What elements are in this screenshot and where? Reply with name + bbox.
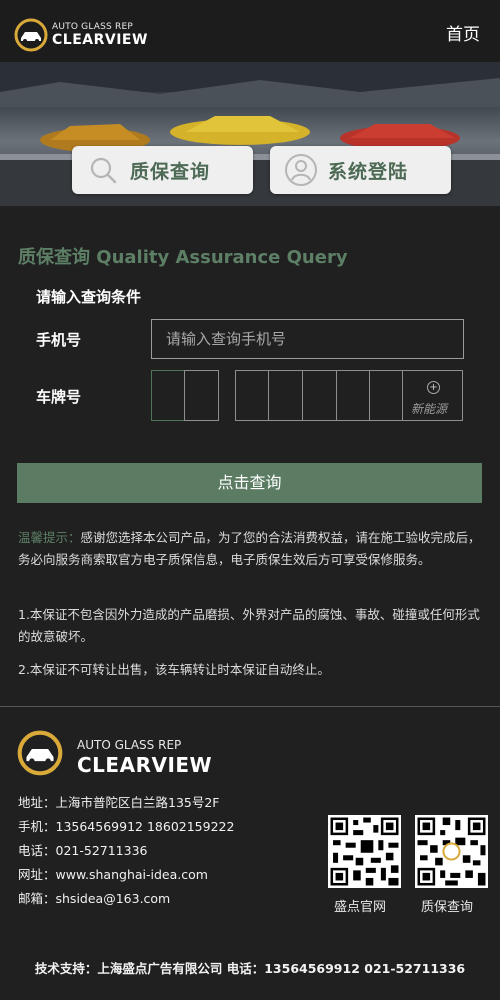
system-login-label: 系统登陆 — [328, 160, 409, 183]
notice-item-1: 1.本保证不包含因外力造成的产品磨损、外界对产品的腐蚀、事故、碰撞或任何形式的故… — [18, 607, 480, 644]
plate-char-cell-4[interactable] — [336, 370, 370, 421]
plate-province-cell[interactable] — [151, 370, 185, 421]
plate-char-cell-5[interactable] — [369, 370, 403, 421]
footer-email[interactable]: 邮箱：shsidea@163.com — [18, 888, 170, 907]
plate-char-cell-2[interactable] — [268, 370, 303, 421]
footer-brand-name: CLEARVIEW — [77, 753, 213, 777]
footer-brand-tagline: AUTO GLASS REP — [77, 738, 182, 752]
notice-tip-text: 感谢您选择本公司产品，为了您的合法消费权益，请在施工验收完成后，务必向服务商索取… — [18, 530, 481, 567]
brand-tagline: AUTO GLASS REP — [52, 22, 133, 32]
phone-label: 手机号 — [36, 331, 82, 349]
brand-name: CLEARVIEW — [52, 32, 148, 48]
notice-tip: 温馨提示：感谢您选择本公司产品，为了您的合法消费权益，请在施工验收完成后，务必向… — [18, 527, 486, 571]
footer-divider — [0, 706, 500, 707]
hero-banner: 质保查询 系统登陆 — [0, 62, 500, 206]
search-icon — [90, 157, 117, 184]
qr-code-website — [328, 815, 401, 888]
query-prompt: 请输入查询条件 — [36, 288, 142, 306]
notice-tip-label: 温馨提示： — [18, 530, 81, 545]
plus-circle-icon: + — [427, 381, 440, 394]
footer-car-logo-icon — [17, 730, 63, 776]
car-logo-icon[interactable] — [14, 18, 48, 52]
phone-input[interactable] — [151, 319, 464, 359]
footer-phone: 电话：021-52711336 — [18, 843, 148, 858]
plate-label: 车牌号 — [36, 388, 82, 406]
footer-address: 地址：上海市普陀区白兰路135号2F — [18, 795, 220, 810]
new-energy-label: 新能源 — [411, 402, 448, 416]
plate-char-cell-1[interactable] — [235, 370, 269, 421]
home-link[interactable]: 首页 — [446, 20, 480, 45]
user-icon — [285, 154, 317, 186]
plate-letter-cell[interactable] — [184, 370, 219, 421]
footer-website[interactable]: 网址：www.shanghai-idea.com — [18, 864, 208, 883]
submit-query-button[interactable]: 点击查询 — [17, 463, 482, 503]
system-login-button[interactable]: 系统登陆 — [270, 146, 451, 194]
new-energy-cell[interactable]: + 新能源 — [402, 370, 463, 421]
section-title: 质保查询 Quality Assurance Query — [18, 247, 348, 268]
quality-query-label: 质保查询 — [130, 160, 211, 183]
qr-warranty-label: 质保查询 — [421, 900, 474, 915]
footer-mobile: 手机：13564569912 18602159222 — [18, 819, 235, 834]
qr-code-warranty — [415, 815, 488, 888]
plate-char-cell-3[interactable] — [302, 370, 337, 421]
header: AUTO GLASS REP CLEARVIEW 首页 — [0, 0, 500, 62]
quality-query-button[interactable]: 质保查询 — [72, 146, 253, 194]
tech-support-text: 技术支持：上海盛点广告有限公司 电话：13564569912 021-52711… — [34, 961, 466, 976]
qr-website-label: 盛点官网 — [334, 900, 387, 915]
notice-item-2: 2.本保证不可转让出售，该车辆转让时本保证自动终止。 — [18, 662, 330, 677]
